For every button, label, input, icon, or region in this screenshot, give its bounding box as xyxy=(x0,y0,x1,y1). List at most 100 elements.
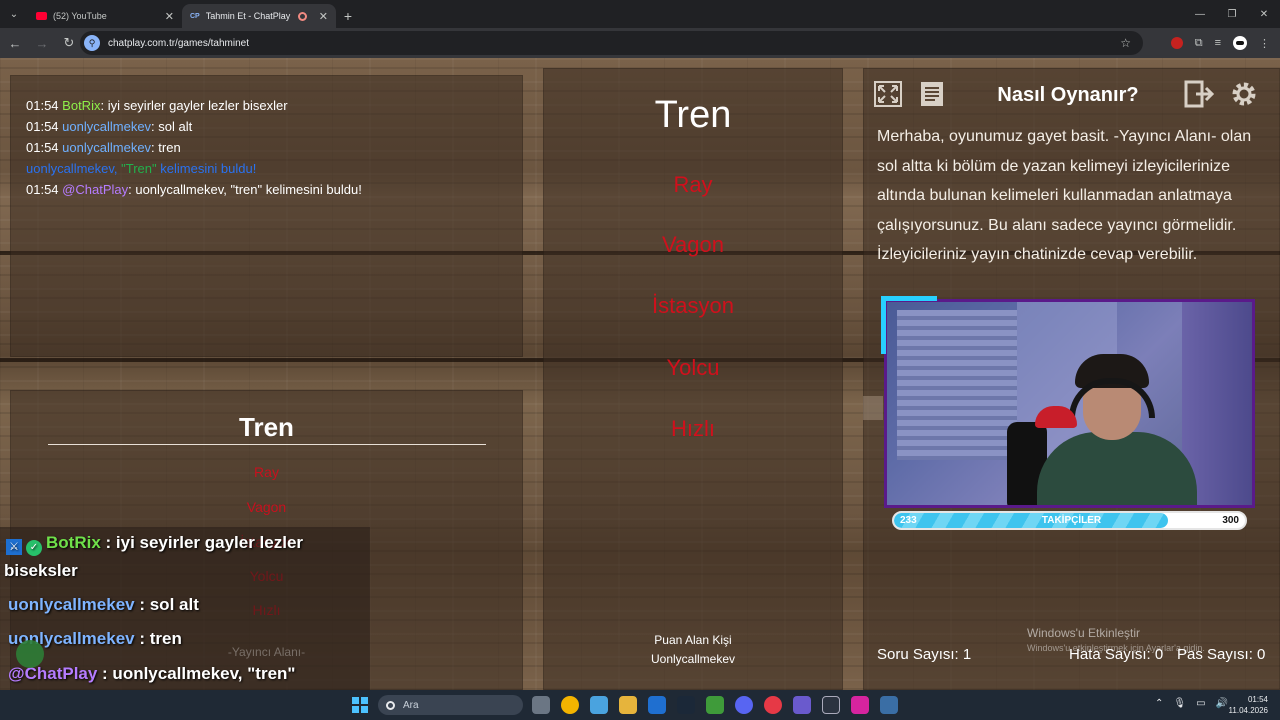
url-text[interactable]: chatplay.com.tr/games/tahminet xyxy=(108,38,249,49)
minecraft-icon[interactable] xyxy=(706,696,724,714)
webcam-frame-accent xyxy=(881,296,937,354)
address-bar[interactable]: ⚲ chatplay.com.tr/games/tahminet ☆ xyxy=(80,31,1143,55)
mail-icon[interactable] xyxy=(648,696,666,714)
reload-icon[interactable]: ↻ xyxy=(57,31,81,55)
menu-icon[interactable]: ⋮ xyxy=(1259,37,1270,50)
puzzle-icon[interactable]: ⧉ xyxy=(1195,37,1203,50)
forbidden-word: Vagon xyxy=(662,232,724,257)
chat-message: 01:54 uonlycallmekev: sol alt xyxy=(26,116,507,137)
task-view-icon[interactable] xyxy=(532,696,550,714)
clock-date: 11.04.2026 xyxy=(1228,706,1268,715)
tab-title: (52) YouTube xyxy=(53,11,107,21)
volume-icon[interactable]: 🔊 xyxy=(1216,698,1228,709)
close-window-icon[interactable]: ✕ xyxy=(1248,0,1280,28)
microphone-icon[interactable]: 🎙 xyxy=(1173,698,1186,709)
overlay-text: : sol alt xyxy=(134,595,199,614)
app-icon[interactable] xyxy=(764,696,782,714)
extension-icon[interactable] xyxy=(1170,37,1183,49)
activation-watermark-subtitle: Windows'u etkinleştirmek için Ayarlar'a … xyxy=(1027,643,1205,653)
close-icon[interactable]: ✕ xyxy=(165,10,174,23)
taskbar-clock[interactable]: 01:54 11.04.2026 xyxy=(1229,694,1268,716)
overlay-username: BotRix xyxy=(46,533,101,552)
forward-icon[interactable]: → xyxy=(30,31,54,55)
found-word: "Tren" xyxy=(121,161,157,176)
network-icon[interactable]: ▭ xyxy=(1196,698,1205,709)
tab-youtube[interactable]: (52) YouTube ✕ xyxy=(28,4,182,28)
chat-text: : uonlycallmekev, "tren" kelimesini buld… xyxy=(128,182,362,197)
follower-goal-bar: 233 TAKİPÇİLER 300 xyxy=(892,511,1247,530)
teams-icon[interactable] xyxy=(793,696,811,714)
timestamp: 01:54 xyxy=(26,119,59,134)
restore-icon[interactable]: ❐ xyxy=(1216,0,1248,28)
obs-icon[interactable] xyxy=(822,696,840,714)
youtube-icon xyxy=(36,12,47,20)
settings-gear-icon[interactable] xyxy=(1227,78,1261,110)
new-tab-button[interactable]: + xyxy=(336,4,360,28)
overlay-text: : iyi seyirler gayler lezler xyxy=(100,533,304,552)
file-explorer-icon[interactable] xyxy=(619,696,637,714)
activation-watermark-title: Windows'u Etkinleştir xyxy=(1027,626,1140,640)
recording-icon xyxy=(297,11,307,21)
back-icon[interactable]: ← xyxy=(3,31,27,55)
fullscreen-icon[interactable] xyxy=(871,78,905,110)
clock-time: 01:54 xyxy=(1247,695,1268,704)
discord-icon[interactable] xyxy=(735,696,753,714)
taskbar-search[interactable]: Ara xyxy=(378,695,523,715)
profile-avatar[interactable] xyxy=(1233,36,1247,50)
bookmark-star-icon[interactable]: ☆ xyxy=(1120,36,1131,50)
chat-panel: 01:54 BotRix: iyi seyirler gayler lezler… xyxy=(10,75,523,357)
widget-button[interactable] xyxy=(16,640,44,668)
chevron-up-icon[interactable]: ⌃ xyxy=(1155,698,1163,709)
forbidden-word: İstasyon xyxy=(652,293,734,318)
forbidden-word: Yolcu xyxy=(666,355,720,380)
overlay-message: uonlycallmekev : sol alt xyxy=(8,595,199,615)
forbidden-word: Vagon xyxy=(246,499,287,515)
forbidden-word: Hızlı xyxy=(671,416,715,441)
window-controls: — ❐ ✕ xyxy=(1184,0,1280,28)
timestamp: 01:54 xyxy=(26,98,59,113)
howto-title: Nasıl Oynanır? xyxy=(997,84,1139,106)
navigation-bar: ← → ↻ ⚲ chatplay.com.tr/games/tahminet ☆… xyxy=(0,28,1280,58)
app-icon[interactable] xyxy=(590,696,608,714)
panel-strip xyxy=(863,396,883,420)
stream-chat-overlay: ⚔ ✓ BotRix : iyi seyirler gayler lezler bi… xyxy=(0,527,370,690)
tab-title: Tahmin Et - ChatPlay xyxy=(205,11,291,21)
follower-label: TAKİPÇİLER xyxy=(1041,515,1102,526)
chrome-icon[interactable] xyxy=(561,696,579,714)
close-icon[interactable]: ✕ xyxy=(319,10,328,23)
chat-username: uonlycallmekev xyxy=(62,140,152,155)
site-info-icon[interactable]: ⚲ xyxy=(84,35,100,51)
media-controls-icon[interactable]: ≡ xyxy=(1215,37,1221,49)
overlay-message: @ChatPlay : uonlycallmekev, "tren" xyxy=(8,664,295,684)
extensions-area: ⧉ ≡ ⋮ xyxy=(1170,28,1270,58)
chat-username: uonlycallmekev, xyxy=(26,161,118,176)
chat-message: 01:54 @ChatPlay: uonlycallmekev, "tren" … xyxy=(26,179,507,200)
timestamp: 01:54 xyxy=(26,140,59,155)
tab-search-chevron-icon[interactable]: ⌄ xyxy=(0,0,28,28)
overlay-message: ⚔ ✓ BotRix : iyi seyirler gayler lezler xyxy=(6,533,303,556)
overlay-username: @ChatPlay xyxy=(8,664,98,683)
chat-text: : sol alt xyxy=(151,119,193,134)
exit-icon[interactable] xyxy=(1183,78,1217,110)
chat-message: 01:54 uonlycallmekev: tren xyxy=(26,137,507,158)
tab-bar: ⌄ (52) YouTube ✕ CP Tahmin Et - ChatPlay… xyxy=(0,0,1280,28)
howto-text: Merhaba, oyunumuz gayet basit. -Yayıncı … xyxy=(877,128,1252,263)
steam-icon[interactable] xyxy=(677,696,695,714)
app-icon[interactable] xyxy=(880,696,898,714)
instagram-icon[interactable] xyxy=(851,696,869,714)
scorer-name: Uonlycallmekev xyxy=(650,652,736,666)
search-placeholder: Ara xyxy=(403,699,419,711)
chat-text: : tren xyxy=(151,140,181,155)
question-count: Soru Sayısı: 1 xyxy=(877,646,972,663)
rules-icon[interactable] xyxy=(915,78,949,110)
tab-chatplay[interactable]: CP Tahmin Et - ChatPlay ✕ xyxy=(182,4,336,28)
divider xyxy=(48,444,486,445)
card-title: Tren xyxy=(239,412,294,442)
overlay-text: biseksler xyxy=(4,561,78,580)
minimize-icon[interactable]: — xyxy=(1184,0,1216,28)
windows-start-icon[interactable] xyxy=(352,697,368,713)
forbidden-word: Ray xyxy=(673,172,713,197)
game-panel: Tren Ray Vagon İstasyon Yolcu Hızlı Puan… xyxy=(543,68,843,690)
webcam-feed xyxy=(884,299,1255,508)
chat-text: : iyi seyirler gayler lezler bisexler xyxy=(100,98,288,113)
